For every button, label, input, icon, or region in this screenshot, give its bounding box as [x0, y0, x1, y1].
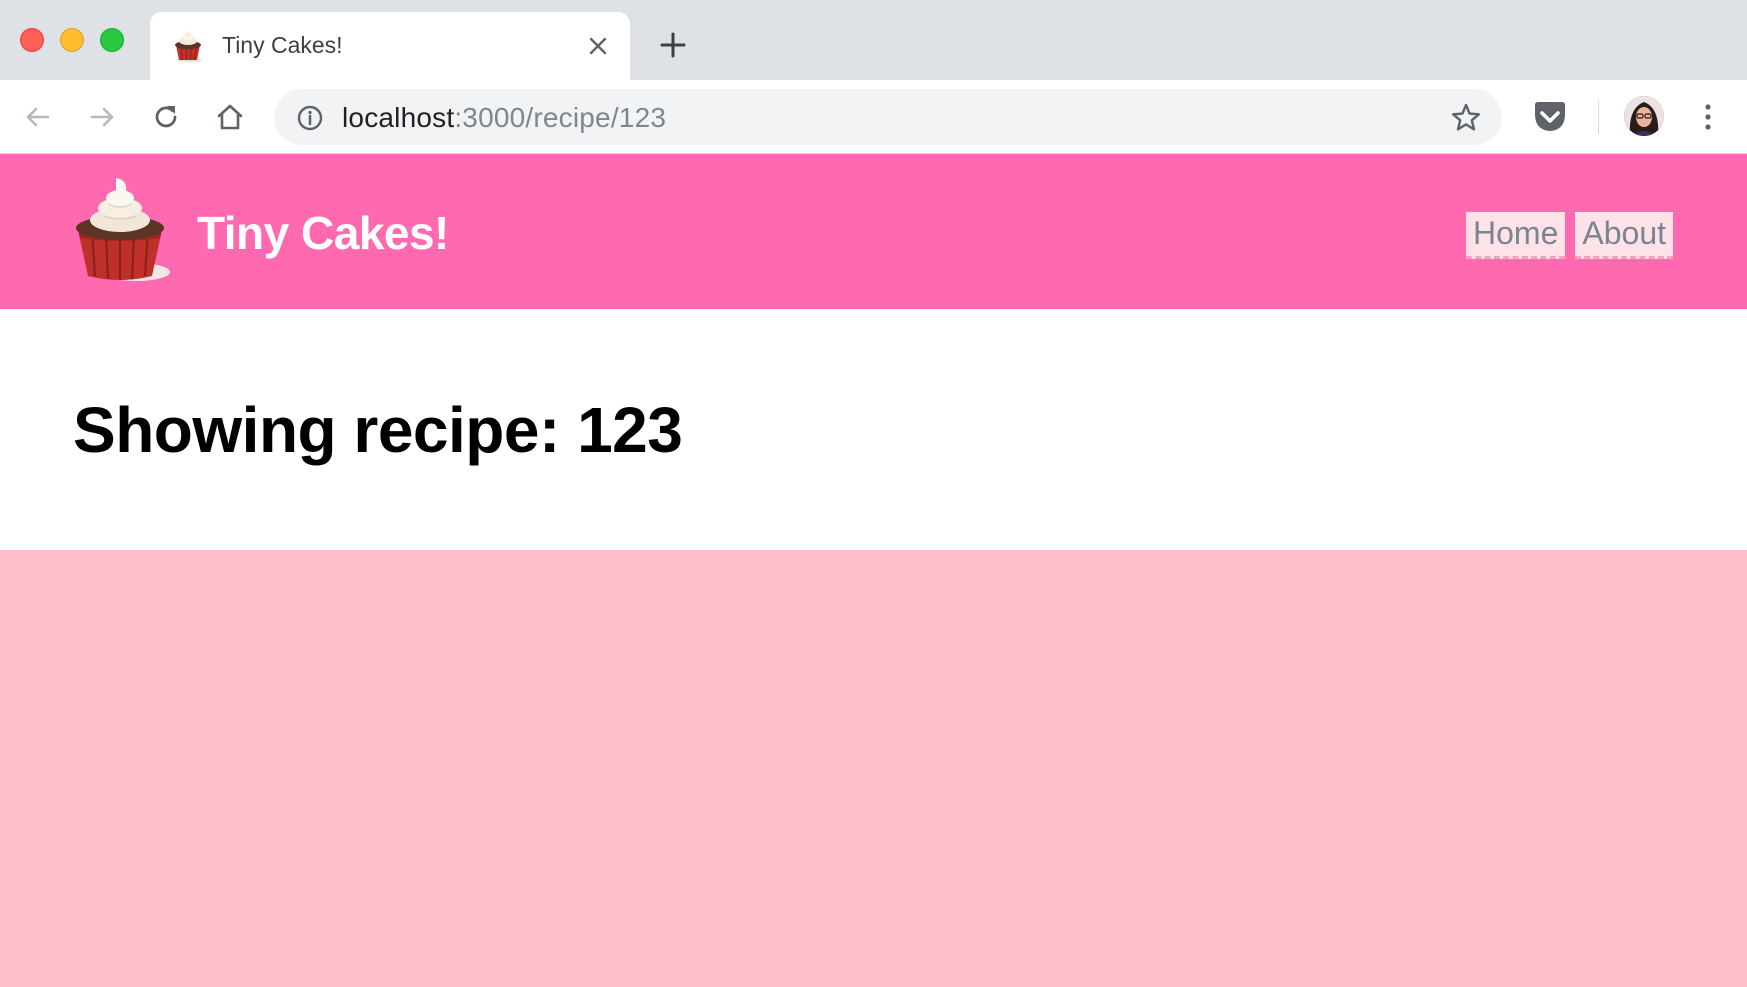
nav-link-about[interactable]: About — [1575, 212, 1673, 259]
page-title: Showing recipe: 123 — [73, 394, 683, 466]
toolbar-divider — [1598, 100, 1599, 134]
minimize-window-button[interactable] — [60, 28, 84, 52]
page-background — [0, 550, 1747, 987]
maximize-window-button[interactable] — [100, 28, 124, 52]
tab-strip: Tiny Cakes! — [0, 0, 1747, 80]
forward-arrow-icon[interactable] — [86, 101, 118, 133]
browser-tab[interactable]: Tiny Cakes! — [150, 12, 630, 80]
browser-toolbar: localhost:3000/recipe/123 — [0, 80, 1747, 154]
cupcake-icon — [175, 30, 202, 63]
address-bar[interactable]: localhost:3000/recipe/123 — [274, 89, 1502, 145]
main-content: Showing recipe: 123 — [0, 309, 1747, 550]
tab-title: Tiny Cakes! — [222, 32, 343, 58]
home-icon[interactable] — [214, 101, 246, 133]
new-tab-icon[interactable] — [658, 30, 688, 60]
close-window-button[interactable] — [20, 28, 44, 52]
site-header: Tiny Cakes! Home About — [0, 154, 1747, 309]
main-nav: Home About — [1466, 212, 1673, 259]
url-host: localhost — [342, 102, 455, 133]
more-menu-icon[interactable] — [1698, 101, 1718, 133]
cupcake-logo-icon[interactable] — [70, 172, 174, 288]
avatar-image — [1624, 96, 1664, 136]
info-icon[interactable] — [296, 104, 324, 132]
profile-avatar[interactable] — [1624, 96, 1664, 136]
close-icon[interactable] — [586, 34, 610, 58]
pocket-icon[interactable] — [1532, 100, 1568, 134]
brand-title[interactable]: Tiny Cakes! — [197, 206, 449, 260]
reload-icon[interactable] — [150, 101, 182, 133]
nav-link-home[interactable]: Home — [1466, 212, 1566, 259]
url-path: :3000/recipe/123 — [454, 102, 667, 133]
back-arrow-icon[interactable] — [22, 101, 54, 133]
bookmark-star-icon[interactable] — [1450, 102, 1482, 134]
url-text[interactable]: localhost:3000/recipe/123 — [342, 102, 666, 134]
